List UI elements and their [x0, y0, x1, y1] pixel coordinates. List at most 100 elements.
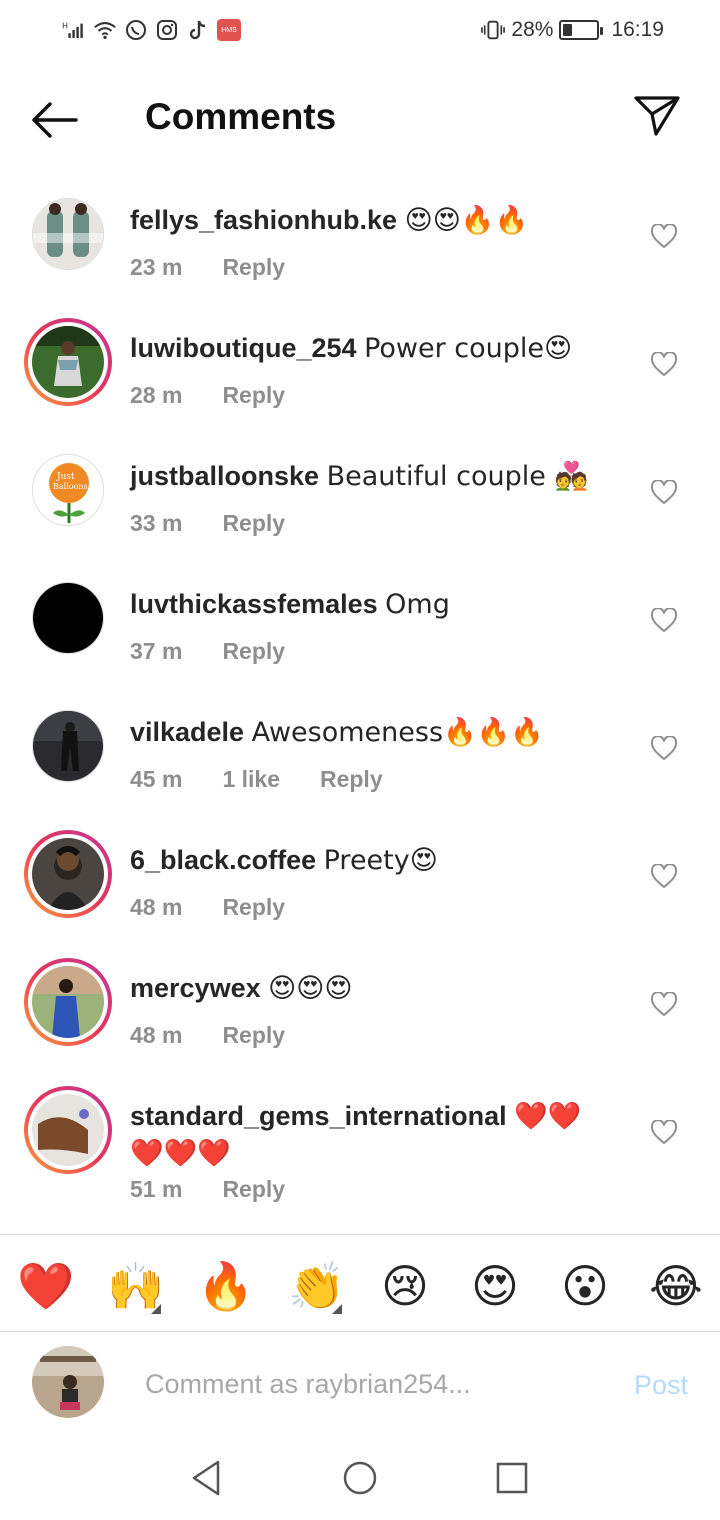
- hms-icon: HMS: [217, 19, 241, 41]
- skin-tone-indicator-icon: [151, 1304, 161, 1314]
- wifi-icon: [93, 16, 117, 44]
- story-ring[interactable]: [24, 958, 112, 1046]
- status-icons-left: H HMS: [62, 16, 241, 44]
- nav-recents-button[interactable]: [492, 1458, 532, 1498]
- comment-username[interactable]: luvthickassfemales: [130, 589, 378, 619]
- nav-home-button[interactable]: [340, 1458, 380, 1498]
- comment-row: luwiboutique_254 Power couple😍 28 m Reply: [0, 308, 720, 436]
- comment-body: Beautiful couple 💑: [326, 461, 589, 492]
- like-comment-button[interactable]: [650, 863, 678, 890]
- avatar: [32, 838, 104, 910]
- whatsapp-icon: [124, 16, 148, 44]
- avatar-frame[interactable]: [24, 702, 112, 790]
- share-button[interactable]: [632, 94, 682, 138]
- header: Comments: [0, 80, 720, 160]
- reply-button[interactable]: Reply: [222, 638, 285, 665]
- comment-time: 45 m: [130, 766, 183, 792]
- reply-button[interactable]: Reply: [222, 254, 285, 281]
- avatar-inner: [28, 834, 108, 914]
- reaction-button[interactable]: 😂: [648, 1258, 704, 1314]
- like-comment-button[interactable]: [650, 607, 678, 634]
- reaction-button[interactable]: 😮: [557, 1258, 613, 1314]
- comment-time: 28 m: [130, 382, 183, 408]
- heart-outline-icon: [650, 607, 678, 632]
- comment-body: Power couple😍: [364, 333, 573, 364]
- avatar-frame[interactable]: [24, 574, 112, 662]
- comment-body: Omg: [385, 589, 450, 620]
- story-ring[interactable]: [24, 318, 112, 406]
- user-avatar: [32, 1346, 104, 1418]
- story-ring[interactable]: [24, 1086, 112, 1174]
- heart-outline-icon: [650, 351, 678, 376]
- reaction-button[interactable]: 😍: [467, 1258, 523, 1314]
- status-bar: H HMS 28% 16:19: [0, 0, 720, 62]
- comment-time: 51 m: [130, 1176, 183, 1202]
- instagram-icon: [155, 16, 179, 44]
- reaction-button[interactable]: ❤️: [17, 1258, 74, 1314]
- avatar: [32, 198, 104, 270]
- comment-input[interactable]: [145, 1362, 585, 1406]
- reply-button[interactable]: Reply: [222, 1176, 285, 1203]
- battery-icon: [559, 20, 604, 40]
- heart-outline-icon: [650, 735, 678, 760]
- reply-button[interactable]: Reply: [222, 510, 285, 537]
- battery-percent: 28%: [511, 18, 554, 41]
- reply-button[interactable]: Reply: [320, 766, 383, 793]
- comment-text: mercywex 😍😍😍: [130, 970, 610, 1007]
- avatar-inner: [28, 706, 108, 786]
- comment-meta: 28 m Reply: [130, 382, 285, 409]
- comment-username[interactable]: mercywex: [130, 973, 261, 1003]
- reaction-button[interactable]: 😢: [377, 1258, 433, 1314]
- reply-button[interactable]: Reply: [222, 894, 285, 921]
- comment-text: fellys_fashionhub.ke 😍😍🔥🔥: [130, 202, 610, 239]
- avatar-frame[interactable]: [24, 190, 112, 278]
- comment-username[interactable]: luwiboutique_254: [130, 333, 357, 363]
- comment-username[interactable]: standard_gems_international: [130, 1101, 507, 1131]
- avatar: [32, 966, 104, 1038]
- post-button[interactable]: Post: [634, 1370, 688, 1401]
- nav-back-icon: [192, 1460, 220, 1496]
- svg-text:H: H: [62, 21, 68, 30]
- heart-outline-icon: [650, 479, 678, 504]
- nav-recents-icon: [496, 1462, 528, 1494]
- story-ring[interactable]: [24, 830, 112, 918]
- comment-likes[interactable]: 1 like: [222, 766, 280, 793]
- comment-body: Preety😍: [323, 845, 438, 876]
- comment-meta: 51 m Reply: [130, 1176, 285, 1203]
- comment-time: 48 m: [130, 894, 183, 920]
- comment-username[interactable]: vilkadele: [130, 717, 244, 747]
- vibrate-icon: [481, 16, 506, 44]
- like-comment-button[interactable]: [650, 351, 678, 378]
- back-button[interactable]: [30, 98, 80, 142]
- like-comment-button[interactable]: [650, 1119, 678, 1146]
- like-comment-button[interactable]: [650, 479, 678, 506]
- avatar-inner: [28, 578, 108, 658]
- comment-meta: 23 m Reply: [130, 254, 285, 281]
- like-comment-button[interactable]: [650, 735, 678, 762]
- avatar: [32, 582, 104, 654]
- reaction-button[interactable]: 🔥: [197, 1258, 254, 1314]
- reply-button[interactable]: Reply: [222, 1022, 285, 1049]
- svg-text:Balloons: Balloons: [53, 482, 88, 491]
- comment-row: luvthickassfemales Omg 37 m Reply: [0, 564, 720, 692]
- like-comment-button[interactable]: [650, 991, 678, 1018]
- comment-row: fellys_fashionhub.ke 😍😍🔥🔥 23 m Reply: [0, 180, 720, 308]
- like-comment-button[interactable]: [650, 223, 678, 250]
- avatar-frame[interactable]: Just Balloons: [24, 446, 112, 534]
- comment-text: 6_black.coffee Preety😍: [130, 842, 610, 879]
- comment-username[interactable]: 6_black.coffee: [130, 845, 316, 875]
- comment-username[interactable]: justballoonske: [130, 461, 319, 491]
- avatar-inner: [28, 1090, 108, 1170]
- battery-fill: [563, 24, 573, 36]
- comment-body: 😍😍😍: [268, 973, 353, 1004]
- nav-back-button[interactable]: [186, 1458, 226, 1498]
- signal-icon: H: [62, 16, 86, 44]
- avatar: Just Balloons: [32, 454, 104, 526]
- avatar: [32, 326, 104, 398]
- reply-button[interactable]: Reply: [222, 382, 285, 409]
- comment-body: Awesomeness🔥🔥🔥: [251, 717, 544, 748]
- emoji-reaction-bar: ❤️ 🙌 🔥 👏 😢 😍 😮 😂: [0, 1250, 720, 1320]
- page-title: Comments: [145, 96, 337, 137]
- comment-text: luwiboutique_254 Power couple😍: [130, 330, 610, 367]
- comment-username[interactable]: fellys_fashionhub.ke: [130, 205, 397, 235]
